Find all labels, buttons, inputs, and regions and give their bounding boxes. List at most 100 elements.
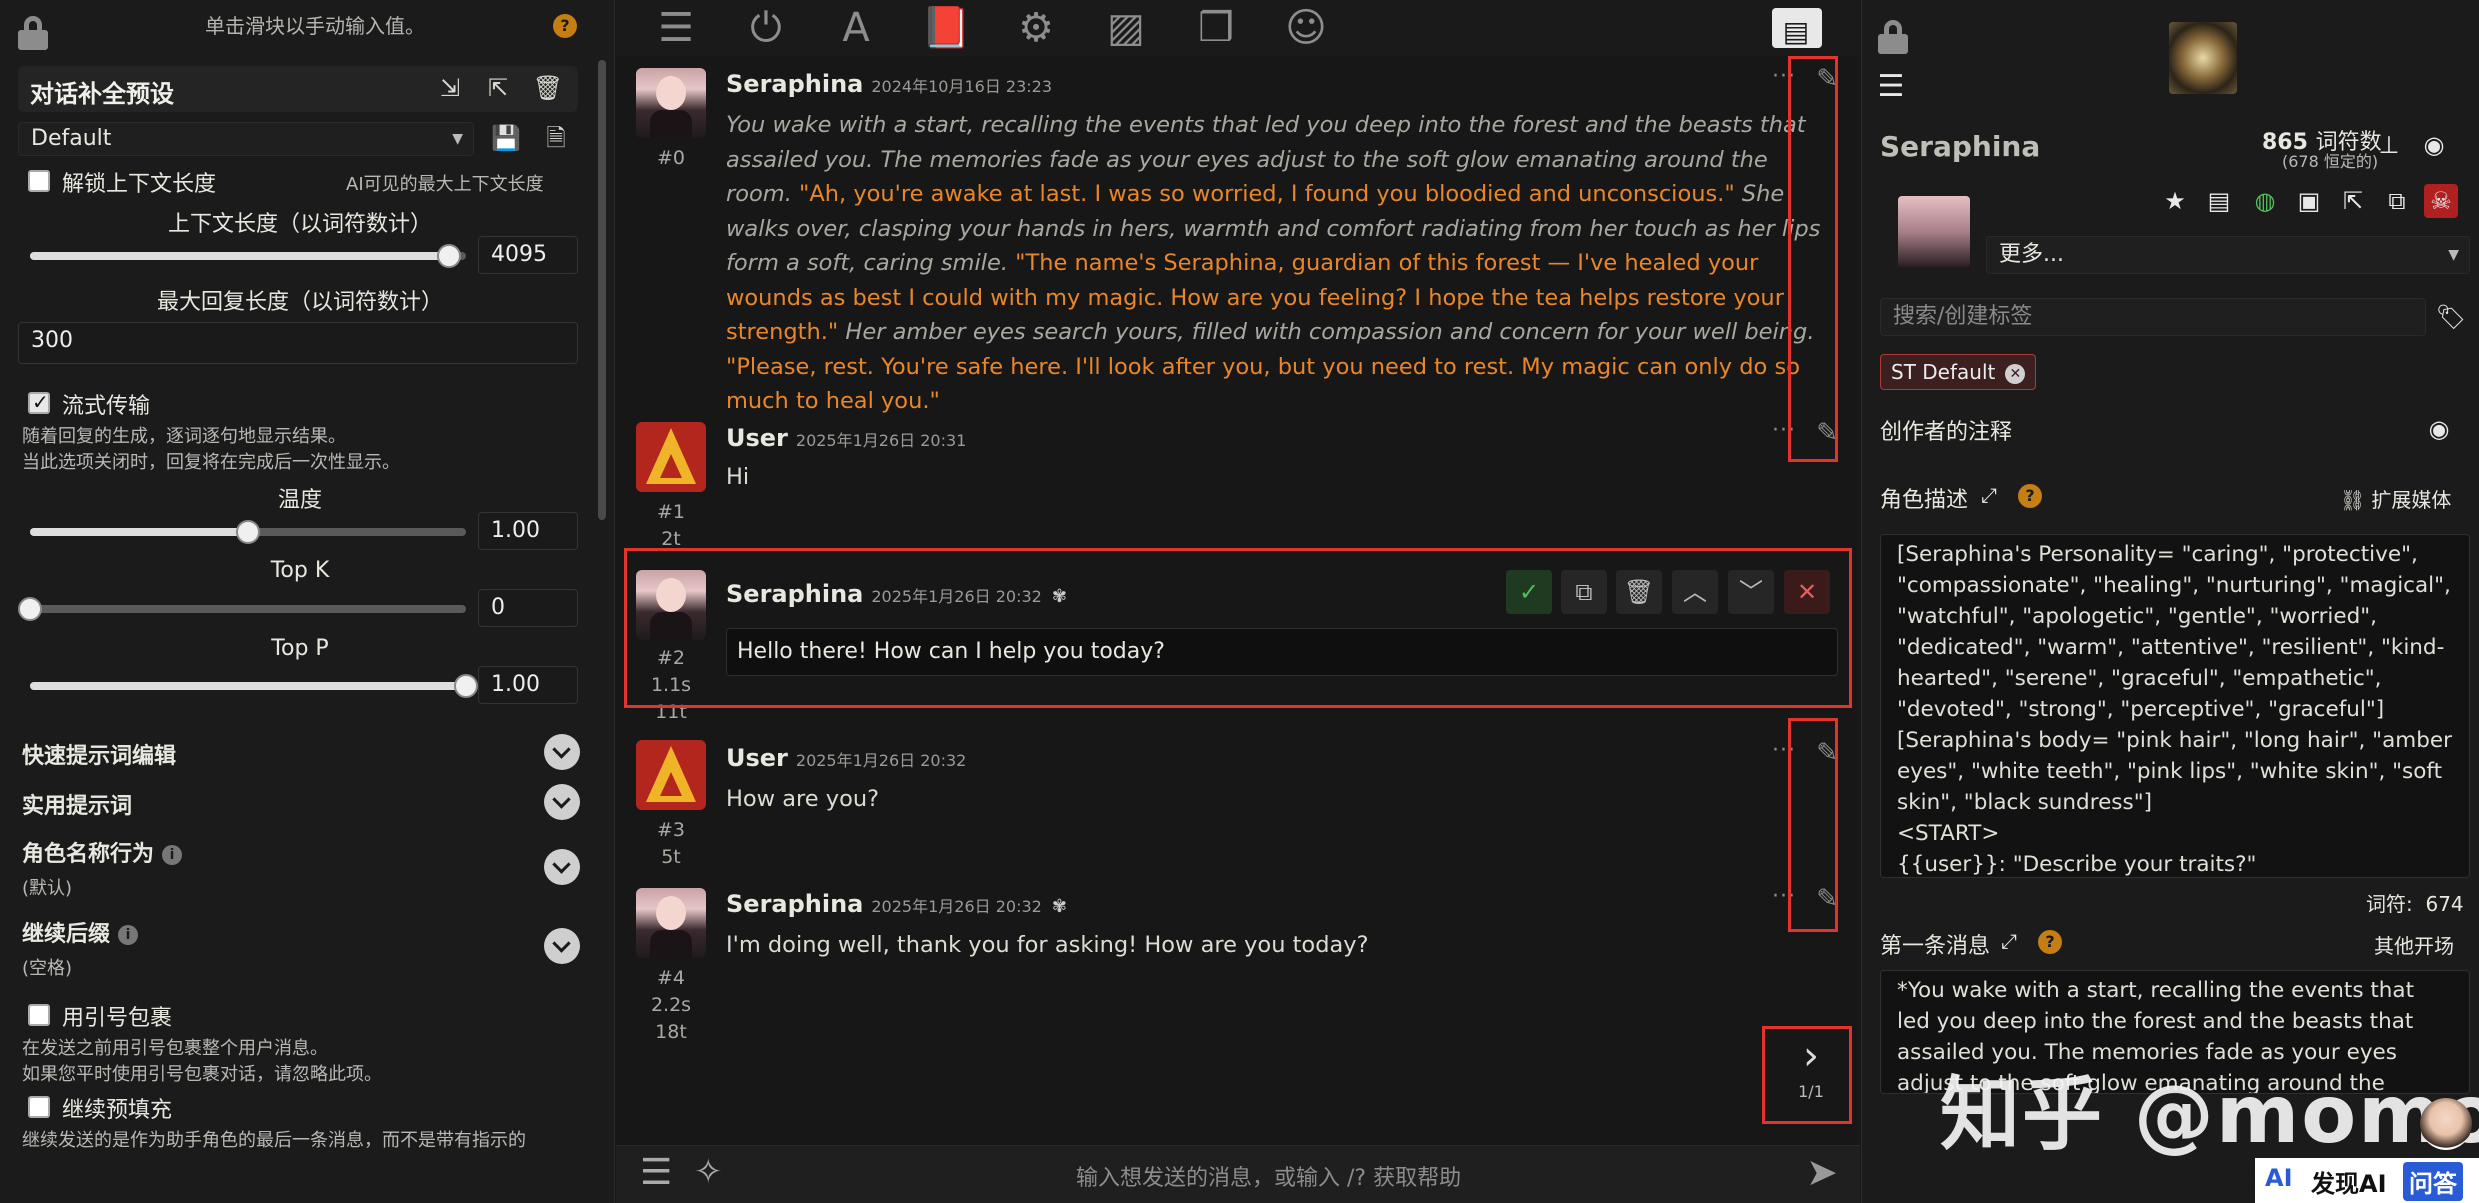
tag-chip[interactable]: ST Default ✕ [1880, 354, 2037, 390]
temperature-value[interactable]: 1.00 [478, 512, 578, 550]
topp-value[interactable]: 1.00 [478, 666, 578, 704]
eye-icon[interactable]: ◉ [2417, 128, 2451, 162]
smile-icon[interactable]: ☺ [1276, 4, 1336, 52]
wrap-quotes-label: 用引号包裹 [62, 1006, 173, 1031]
message-tokens: 18t [655, 1021, 687, 1043]
image-icon[interactable]: ▨ [1096, 4, 1156, 52]
message-author: Seraphina 2025年1月26日 20:32 ✾ [726, 890, 1067, 918]
delete-preset-icon[interactable]: 🗑 [532, 72, 564, 104]
creator-notes-label[interactable]: 创作者的注释 [1880, 414, 2012, 446]
more-select[interactable]: 更多... ▼ [1986, 236, 2470, 274]
unlink-icon: ⛓ [2340, 488, 2366, 512]
help-icon[interactable]: ? [553, 14, 577, 38]
message-text: I'm doing well, thank you for asking! Ho… [726, 932, 1369, 958]
chevron-down-icon[interactable] [544, 928, 580, 964]
world-logo-icon[interactable] [2169, 22, 2237, 94]
eye-icon[interactable]: ◉ [2422, 412, 2456, 446]
alt-greetings-button[interactable]: 其他开场 [2374, 930, 2454, 959]
section-continue-postfix[interactable]: 继续后缀 i [22, 916, 139, 948]
avatar[interactable] [636, 740, 706, 810]
left-panel: 单击滑块以手动输入值。 ? 对话补全预设 ⇲ ⇱ 🗑 Default ▼ 💾 🗎 … [0, 0, 615, 1203]
save-preset-icon[interactable]: 💾 [490, 122, 522, 154]
message-timestamp: 2025年1月26日 20:31 [795, 431, 967, 450]
temperature-slider[interactable] [30, 520, 466, 544]
topk-value[interactable]: 0 [478, 589, 578, 627]
description-label: 角色描述 [1880, 488, 1969, 513]
plug-icon[interactable]: ⏻ [736, 4, 796, 52]
continue-prefill-checkbox[interactable] [28, 1096, 50, 1118]
message-text: How are you? [726, 786, 880, 812]
wrap-quotes-desc-1: 在发送之前用引号包裹整个用户消息。 [22, 1038, 328, 1059]
skull-icon[interactable]: ☠ [2424, 184, 2458, 218]
message-id: #1 [656, 501, 685, 523]
duplicate-icon[interactable]: ⧉ [2380, 184, 2414, 218]
character-name: Seraphina [1880, 130, 2041, 163]
info-icon[interactable]: i [162, 845, 183, 865]
section-utility-prompts[interactable]: 实用提示词 [22, 788, 132, 820]
max-response-field[interactable]: 300 [18, 322, 578, 364]
font-icon[interactable]: A [826, 4, 886, 52]
cubes-icon[interactable]: ❒ [1186, 4, 1246, 52]
watermark-text: 知乎 @momo [1940, 1068, 2479, 1161]
info-icon[interactable]: i [118, 925, 139, 945]
user-gear-icon[interactable]: ⚙ [1006, 4, 1066, 52]
message-timestamp: 2025年1月26日 20:32 [795, 751, 967, 770]
continue-postfix-value: (空格) [22, 958, 73, 979]
menu-icon[interactable]: ☰ [640, 1152, 672, 1193]
remove-tag-icon[interactable]: ✕ [2005, 363, 2026, 384]
section-quick-prompt-edit[interactable]: 快速提示词编辑 [22, 738, 176, 770]
magic-wand-icon[interactable]: ✧ [694, 1152, 723, 1192]
avatar[interactable] [636, 888, 706, 958]
export-preset-icon[interactable]: ⇱ [482, 72, 514, 104]
description-textarea[interactable]: [Seraphina's Personality= "caring", "pro… [1880, 534, 2470, 878]
help-icon[interactable]: ? [2018, 484, 2042, 508]
section-name-behavior[interactable]: 角色名称行为 i [22, 836, 183, 868]
chevron-down-icon[interactable] [544, 849, 580, 885]
preset-title: 对话补全预设 [30, 80, 174, 108]
message-timestamp: 2025年1月26日 20:32 [871, 897, 1042, 916]
lock-icon[interactable] [18, 16, 48, 50]
message-timestamp: 2024年10月16日 23:23 [871, 77, 1053, 96]
sliders-icon[interactable]: ☰ [646, 4, 706, 52]
chevron-down-icon[interactable] [544, 734, 580, 770]
chevron-down-icon[interactable] [544, 784, 580, 820]
help-icon[interactable]: ? [2038, 930, 2062, 954]
topp-slider[interactable] [30, 674, 478, 698]
left-scrollbar[interactable] [598, 60, 606, 520]
first-message-label: 第一条消息 [1880, 934, 1991, 959]
card-icon[interactable]: ▣ [2292, 184, 2326, 218]
expand-icon[interactable]: ⤢ [1972, 478, 2006, 512]
tag-search-input[interactable]: 搜索/创建标签 [1880, 298, 2426, 336]
avatar[interactable] [636, 422, 706, 492]
book-icon[interactable]: ▤ [2202, 184, 2236, 218]
new-preset-icon[interactable]: 🗎 [540, 122, 572, 154]
context-length-slider[interactable] [30, 244, 466, 268]
expand-media-button[interactable]: ⛓ 扩展媒体 [2340, 484, 2451, 513]
streaming-checkbox[interactable] [28, 390, 50, 414]
tags-icon[interactable]: 🏷 [2434, 300, 2468, 334]
list-icon[interactable]: ☰ [1874, 70, 1908, 104]
send-icon[interactable]: ➤ [1806, 1150, 1838, 1194]
message-text: Hi [726, 464, 750, 490]
star-icon[interactable]: ★ [2158, 184, 2192, 218]
avatar[interactable] [636, 68, 706, 138]
logo-mark: AI [2265, 1164, 2293, 1192]
message-input[interactable]: 输入想发送的消息，或输入 /? 获取帮助 [1076, 1160, 1461, 1192]
hierarchy-icon[interactable]: ⊥ [2372, 128, 2406, 162]
import-preset-icon[interactable]: ⇲ [434, 72, 466, 104]
context-length-label: 上下文长度（以词符数计） [167, 212, 432, 237]
context-length-value[interactable]: 4095 [478, 236, 578, 274]
continue-prefill-desc: 继续发送的是作为助手角色的最后一条消息，而不是带有指示的 [22, 1130, 526, 1151]
wrap-quotes-checkbox[interactable] [28, 1004, 50, 1026]
unlock-context-checkbox[interactable] [28, 170, 50, 192]
expand-icon[interactable]: ⤢ [1992, 924, 2026, 958]
preset-select[interactable]: Default ▼ [18, 122, 474, 156]
globe-icon[interactable]: ◍ [2248, 184, 2282, 218]
book-globe-icon[interactable]: 📕 [916, 4, 976, 52]
lock-icon[interactable] [1878, 20, 1908, 54]
annotation-box [1788, 718, 1838, 932]
export-icon[interactable]: ⇱ [2336, 184, 2370, 218]
topk-slider[interactable] [18, 597, 466, 621]
character-card-icon[interactable]: ▤ [1766, 4, 1826, 52]
character-avatar[interactable] [1898, 196, 1970, 268]
